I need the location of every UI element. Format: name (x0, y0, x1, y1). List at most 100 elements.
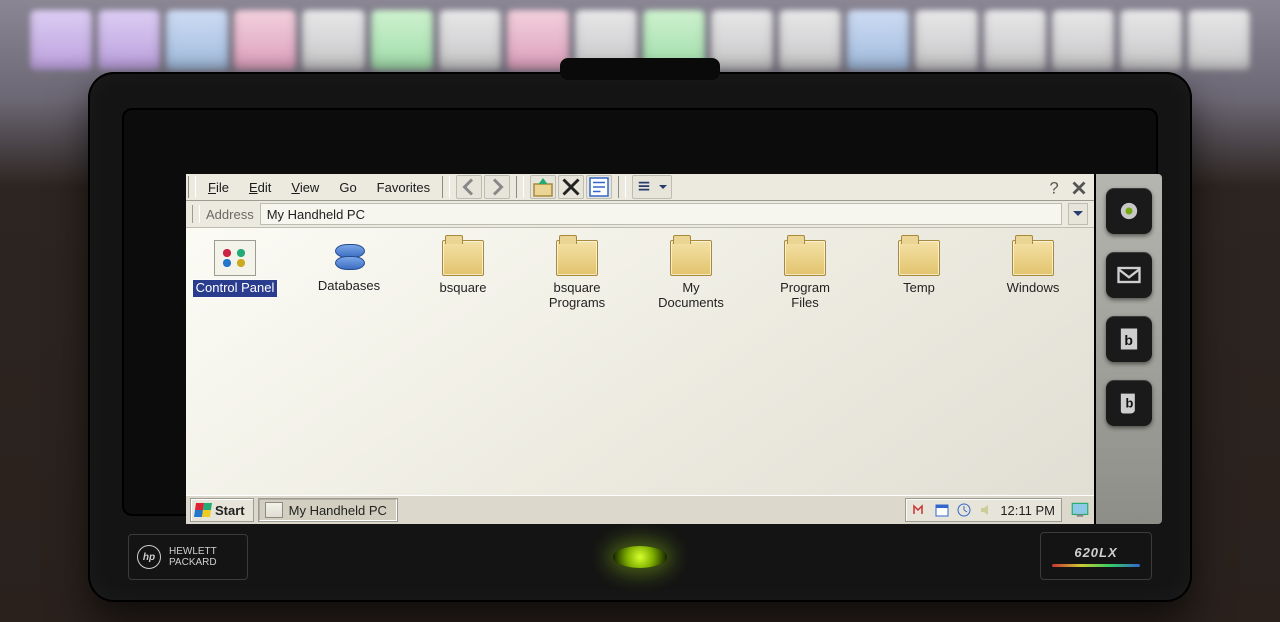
folder-icon (1012, 240, 1054, 276)
database-icon (329, 240, 369, 274)
taskbar-window-button[interactable]: My Handheld PC (258, 498, 398, 522)
screen-assembly: File Edit View Go Favorites (186, 174, 1162, 524)
menu-label: iew (300, 180, 320, 195)
svg-text:b: b (1124, 332, 1133, 348)
fs-item-bsquare[interactable]: bsquare (420, 240, 506, 312)
arrow-left-icon (457, 175, 481, 199)
toolbar-grip[interactable] (192, 205, 200, 223)
delete-x-icon (559, 175, 583, 199)
mail-icon (1115, 261, 1143, 289)
help-icon: ? (1044, 177, 1066, 199)
desktop-icon (1070, 500, 1090, 520)
system-tray: 12:11 PM (905, 498, 1062, 522)
show-desktop-button[interactable] (1070, 500, 1090, 520)
view-toolbar (628, 174, 676, 200)
toolbar-separator (618, 176, 626, 198)
fs-item-temp[interactable]: Temp (876, 240, 962, 312)
hw-button-sheet[interactable]: b (1106, 380, 1152, 426)
fs-item-windows[interactable]: Windows (990, 240, 1076, 312)
hardware-quick-launch: b b (1094, 174, 1162, 524)
address-dropdown-button[interactable] (1068, 203, 1088, 225)
address-field[interactable]: My Handheld PC (260, 203, 1062, 225)
tray-calendar-icon[interactable] (934, 502, 950, 518)
arrow-right-icon (485, 175, 509, 199)
fs-item-label: Databases (315, 278, 383, 295)
toolbar-separator (516, 176, 524, 198)
menubar: File Edit View Go Favorites (186, 174, 1094, 201)
toolbar-grip[interactable] (188, 176, 196, 198)
document-b-icon: b (1115, 325, 1143, 353)
menu-label: ile (216, 180, 229, 195)
tray-world-clock-icon[interactable] (956, 502, 972, 518)
fs-item-databases[interactable]: Databases (306, 240, 392, 312)
menu-edit[interactable]: Edit (239, 174, 281, 200)
explorer-mini-icon (265, 502, 283, 518)
model-badge: 620LX (1040, 532, 1152, 580)
menu-label: Favorites (377, 180, 430, 195)
tray-volume-icon[interactable] (978, 502, 994, 518)
fs-item-label: My Documents (648, 280, 734, 312)
fs-item-label: Temp (900, 280, 938, 297)
window-controls: ? (1044, 174, 1094, 200)
menu-go[interactable]: Go (329, 174, 366, 200)
folder-view[interactable]: Control Panel Databases bsquare bsquare Pro… (186, 228, 1094, 495)
handheld-pc-device: hp HEWLETT PACKARD 620LX File Edit (88, 72, 1192, 602)
windows-flag-icon (194, 503, 212, 517)
folder-icon (442, 240, 484, 276)
help-button[interactable]: ? (1044, 177, 1066, 197)
fs-item-label: bsquare (437, 280, 490, 297)
taskbar: Start My Handheld PC (186, 495, 1094, 524)
fs-item-my-documents[interactable]: My Documents (648, 240, 734, 312)
nav-forward-button[interactable] (484, 175, 510, 199)
close-button[interactable] (1068, 177, 1090, 197)
brand-text: HEWLETT (169, 546, 217, 557)
edit-toolbar (526, 174, 616, 200)
address-bar: Address My Handheld PC (186, 201, 1094, 228)
hw-button-record[interactable] (1106, 188, 1152, 234)
toolbar-separator (442, 176, 450, 198)
fs-item-label: Control Panel (193, 280, 278, 297)
explorer-window: File Edit View Go Favorites (186, 174, 1094, 524)
fs-item-control-panel[interactable]: Control Panel (192, 240, 278, 312)
delete-button[interactable] (558, 175, 584, 199)
display: File Edit View Go Favorites (186, 174, 1094, 524)
icon-grid: Control Panel Databases bsquare bsquare Pro… (192, 240, 1088, 312)
device-hinge (560, 58, 720, 80)
hw-button-word[interactable]: b (1106, 316, 1152, 362)
color-accent-bar (1052, 564, 1140, 567)
folder-up-icon (531, 175, 555, 199)
menu-file[interactable]: File (198, 174, 239, 200)
menu-label: Go (339, 180, 356, 195)
folder-icon (670, 240, 712, 276)
properties-icon (587, 175, 611, 199)
svg-text:b: b (1126, 396, 1134, 411)
folder-icon (898, 240, 940, 276)
brand-text: PACKARD (169, 557, 217, 568)
fs-item-bsquare-programs[interactable]: bsquare Programs (534, 240, 620, 312)
hw-button-mail[interactable] (1106, 252, 1152, 298)
menu: File Edit View Go Favorites (198, 174, 440, 200)
folder-icon (784, 240, 826, 276)
address-label: Address (206, 207, 254, 222)
scroll-b-icon: b (1115, 389, 1143, 417)
taskbar-window-label: My Handheld PC (289, 503, 387, 518)
menu-view[interactable]: View (281, 174, 329, 200)
fs-item-label: Windows (1004, 280, 1063, 297)
record-icon (1115, 197, 1143, 225)
fs-item-label: bsquare Programs (534, 280, 620, 312)
fs-item-program-files[interactable]: Program Files (762, 240, 848, 312)
tray-connection-icon[interactable] (912, 502, 928, 518)
nav-back-button[interactable] (456, 175, 482, 199)
nav-toolbar (452, 174, 514, 200)
start-button[interactable]: Start (190, 498, 254, 522)
up-button[interactable] (530, 175, 556, 199)
views-dropdown-button[interactable] (632, 175, 672, 199)
model-text: 620LX (1074, 545, 1117, 560)
menu-favorites[interactable]: Favorites (367, 174, 440, 200)
tray-clock[interactable]: 12:11 PM (1000, 503, 1055, 518)
control-panel-icon (214, 240, 256, 276)
properties-button[interactable] (586, 175, 612, 199)
screen-bezel: File Edit View Go Favorites (122, 108, 1158, 516)
svg-text:?: ? (1050, 180, 1059, 198)
brand-badge: hp HEWLETT PACKARD (128, 534, 248, 580)
